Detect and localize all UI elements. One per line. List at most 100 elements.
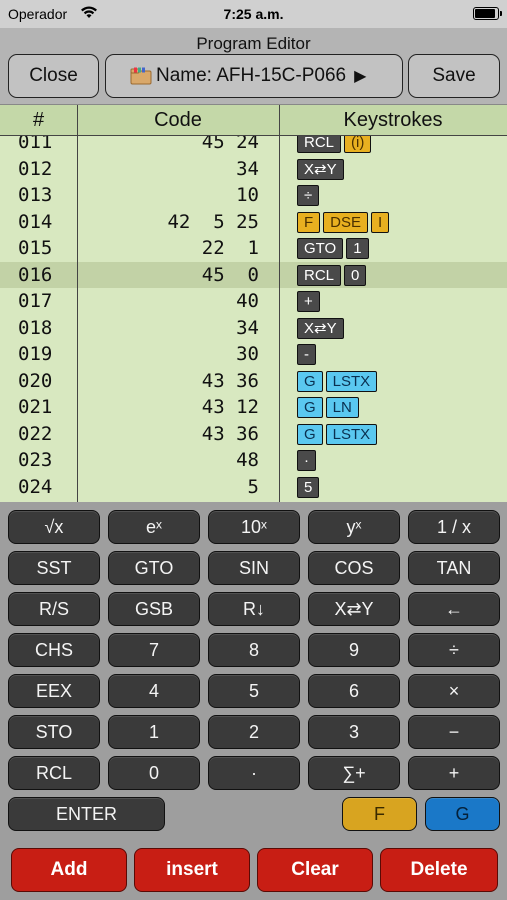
column-divider	[77, 105, 78, 502]
keystroke-chip: LN	[325, 397, 359, 418]
key-button[interactable]: GSB	[108, 592, 200, 626]
save-button[interactable]: Save	[408, 54, 500, 98]
key-button[interactable]: RCL	[8, 756, 100, 790]
keystroke-chip: G	[297, 370, 323, 392]
key-button[interactable]: 9	[308, 633, 400, 667]
key-button[interactable]: STO	[8, 715, 100, 749]
step-keystrokes: +	[297, 291, 320, 312]
delete-button[interactable]: Delete	[380, 848, 498, 892]
step-keystrokes: 5	[297, 476, 320, 498]
key-button[interactable]: eˣ	[108, 510, 200, 544]
key-button[interactable]: 7	[108, 633, 200, 667]
keypad: √x eˣ 10ˣ yˣ 1 / x SST GTO SIN COS TAN R/S GSB R↓ X⇄Y…	[0, 502, 507, 840]
key-button[interactable]: GTO	[108, 551, 200, 585]
key-button[interactable]: 6	[308, 674, 400, 708]
insert-button[interactable]: insert	[134, 848, 250, 892]
step-keystrokes: ·	[297, 450, 316, 471]
key-button[interactable]: X⇄Y	[308, 592, 400, 626]
close-button[interactable]: Close	[8, 54, 99, 98]
keystroke-chip: G	[297, 397, 323, 418]
key-button[interactable]: 0	[108, 756, 200, 790]
keystroke-chip: F	[297, 211, 321, 233]
step-number: 015	[18, 237, 53, 259]
folder-icon	[130, 67, 152, 85]
keystroke-chip: ÷	[297, 185, 320, 206]
step-code: 22 1	[201, 237, 259, 259]
step-code: 48	[236, 449, 259, 471]
step-number: 017	[18, 290, 53, 312]
key-button[interactable]: 1	[108, 715, 200, 749]
play-arrow-icon: ▶	[354, 68, 367, 85]
step-code: 10	[236, 184, 259, 206]
step-code: 5	[247, 475, 259, 498]
key-button[interactable]: R/S	[8, 592, 100, 626]
key-button[interactable]: SST	[8, 551, 100, 585]
step-keystrokes: G LSTX	[297, 370, 378, 392]
key-button[interactable]: 3	[308, 715, 400, 749]
key-button[interactable]: TAN	[408, 551, 500, 585]
key-button[interactable]: yˣ	[308, 510, 400, 544]
key-button[interactable]: EEX	[8, 674, 100, 708]
clear-button[interactable]: Clear	[257, 848, 373, 892]
key-button[interactable]: COS	[308, 551, 400, 585]
step-code: 45 0	[201, 263, 259, 286]
key-button[interactable]: 4	[108, 674, 200, 708]
step-code: 40	[236, 290, 259, 312]
g-shift-button[interactable]: G	[425, 797, 500, 831]
step-number: 021	[18, 396, 53, 418]
f-shift-button[interactable]: F	[342, 797, 417, 831]
step-number: 013	[18, 184, 53, 206]
step-number: 019	[18, 343, 53, 365]
keystroke-chip: X⇄Y	[297, 317, 344, 339]
key-button[interactable]: 2	[208, 715, 300, 749]
key-button[interactable]: 10ˣ	[208, 510, 300, 544]
header-number: #	[32, 109, 45, 131]
key-button[interactable]: ×	[408, 674, 500, 708]
add-button[interactable]: Add	[11, 848, 127, 892]
key-button[interactable]: −	[408, 715, 500, 749]
step-keystrokes: X⇄Y	[297, 317, 344, 339]
step-number: 020	[18, 369, 53, 392]
key-button[interactable]: 5	[208, 674, 300, 708]
key-button[interactable]: ·	[208, 756, 300, 790]
step-code: 34	[236, 316, 259, 339]
battery-icon	[473, 7, 502, 20]
key-button[interactable]: ←	[408, 592, 500, 626]
step-keystrokes: G LSTX	[297, 423, 378, 445]
step-number: 023	[18, 449, 53, 471]
step-keystrokes: X⇄Y	[297, 158, 344, 180]
keystroke-chip: I	[371, 211, 390, 233]
step-number: 018	[18, 316, 53, 339]
key-button[interactable]: SIN	[208, 551, 300, 585]
key-button[interactable]: +	[408, 756, 500, 790]
page-title: Program Editor	[196, 34, 311, 53]
keystroke-chip: 5	[297, 476, 320, 498]
key-button[interactable]: CHS	[8, 633, 100, 667]
program-name-label: Name: AFH-15C-P066	[156, 65, 347, 86]
header-code: Code	[154, 109, 202, 131]
keystroke-chip: ·	[297, 450, 316, 471]
key-button[interactable]: R↓	[208, 592, 300, 626]
step-keystrokes: ÷	[297, 185, 320, 206]
keystroke-chip: GTO	[297, 238, 344, 259]
step-code: 43 36	[201, 369, 259, 392]
step-keystrokes: GTO 1	[297, 238, 369, 259]
step-number: 014	[18, 210, 53, 233]
keystroke-chip: 0	[344, 264, 367, 286]
key-button[interactable]: ÷	[408, 633, 500, 667]
key-button[interactable]: √x	[8, 510, 100, 544]
key-button[interactable]: ∑+	[308, 756, 400, 790]
keystroke-chip: 1	[346, 238, 369, 259]
key-button[interactable]: 8	[208, 633, 300, 667]
header-keystrokes: Keystrokes	[343, 109, 443, 131]
enter-button[interactable]: ENTER	[8, 797, 165, 831]
keystroke-chip: -	[297, 344, 316, 365]
action-bar: Add insert Clear Delete	[0, 840, 507, 900]
clock: 7:25 a.m.	[223, 6, 284, 22]
program-listing[interactable]: 011 45 24 RCL (i) 012 34 X⇄Y 013 10 ÷ 014 42 5 25 F D…	[0, 104, 507, 502]
keystroke-chip: RCL	[297, 264, 342, 286]
key-button[interactable]: 1 / x	[408, 510, 500, 544]
program-name-button[interactable]: Name: AFH-15C-P066 ▶	[105, 54, 403, 98]
step-number: 012	[18, 157, 53, 180]
step-number: 016	[18, 263, 53, 286]
